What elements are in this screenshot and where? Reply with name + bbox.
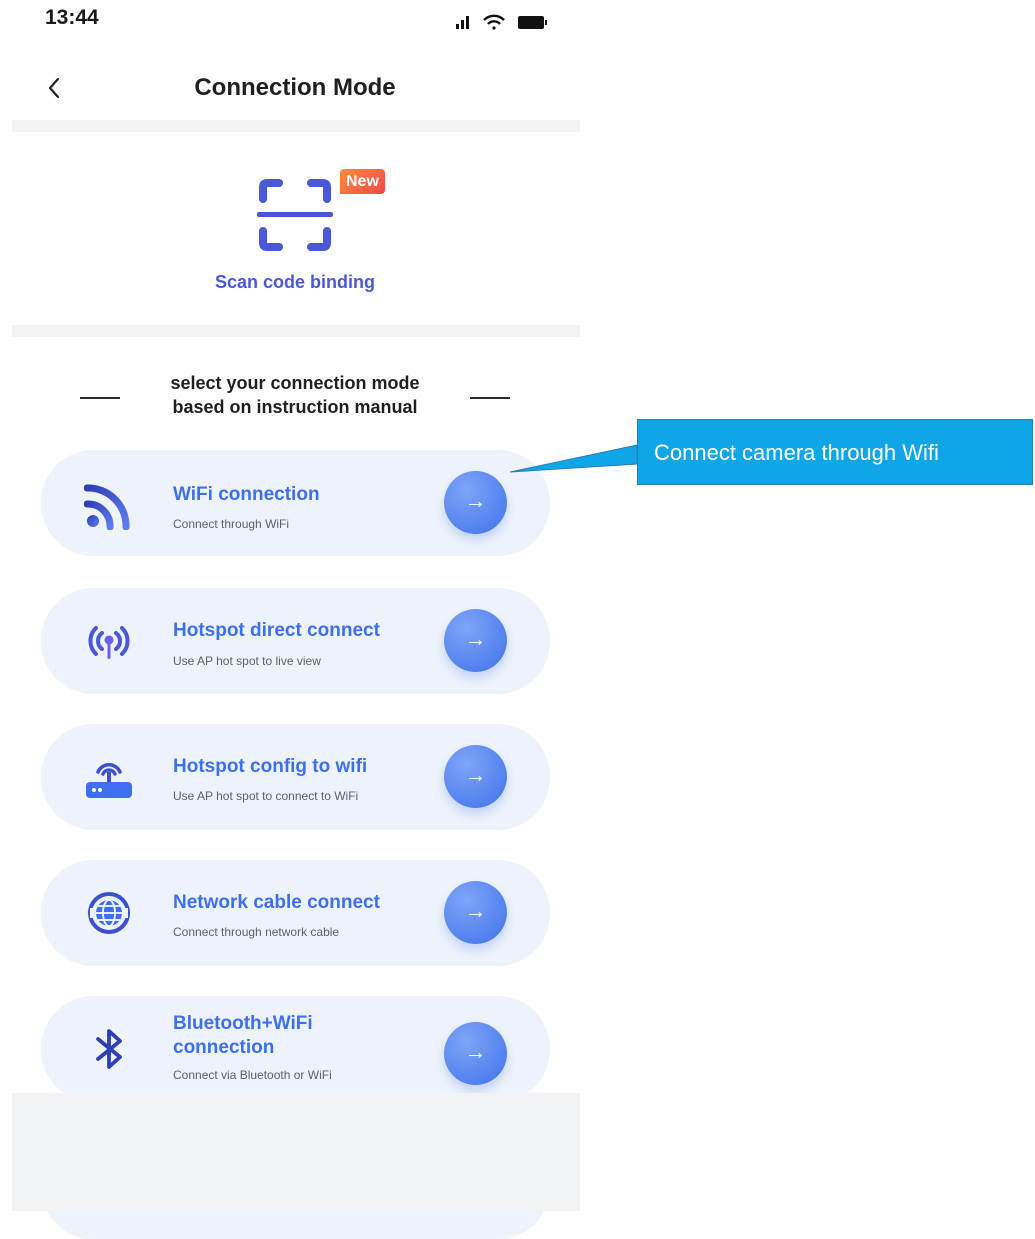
- option-bluetooth-wifi-connection[interactable]: Bluetooth+WiFi connection Connect via Bl…: [41, 996, 550, 1102]
- hotspot-icon: [88, 626, 130, 659]
- bluetooth-icon: [96, 1029, 122, 1069]
- divider: [12, 120, 580, 132]
- option-hotspot-config-to-wifi[interactable]: Hotspot config to wifi Use AP hot spot t…: [41, 724, 550, 830]
- arrow-right-button[interactable]: →: [444, 745, 507, 808]
- arrow-right-icon: →: [464, 898, 487, 923]
- divider: [12, 325, 580, 337]
- router-icon: [86, 763, 132, 798]
- option-network-cable-connect[interactable]: Network cable connect Connect through ne…: [41, 860, 550, 966]
- option-subtitle: Connect through network cable: [173, 925, 340, 939]
- option-title: Hotspot config to wifi: [173, 756, 368, 777]
- section-heading: select your connection mode based on ins…: [120, 371, 470, 419]
- status-icons: [456, 14, 547, 30]
- arrow-right-button[interactable]: →: [444, 609, 507, 672]
- option-subtitle: Use AP hot spot to connect to WiFi: [173, 789, 359, 803]
- annotation-callout: Connect camera through Wifi: [637, 419, 1033, 485]
- heading-rule: [470, 397, 510, 399]
- option-title: WiFi connection: [173, 484, 320, 505]
- option-subtitle: Connect through WiFi: [173, 517, 290, 531]
- section-heading-line1: select your connection mode: [170, 373, 420, 393]
- arrow-right-button[interactable]: →: [444, 881, 507, 944]
- wifi-icon: [84, 484, 130, 530]
- arrow-right-button[interactable]: →: [444, 1022, 507, 1085]
- wifi-status-icon: [483, 14, 505, 30]
- option-title: Network cable connect: [173, 892, 380, 913]
- callout-pointer: [510, 444, 638, 473]
- arrow-right-icon: →: [464, 626, 487, 651]
- arrow-right-icon: →: [464, 1039, 487, 1064]
- heading-rule: [80, 397, 120, 399]
- globe-icon: [88, 892, 130, 934]
- battery-icon: [518, 16, 547, 29]
- option-title-line1: Bluetooth+WiFi: [173, 1013, 313, 1034]
- section-heading-line2: based on instruction manual: [172, 397, 418, 417]
- option-wifi-connection[interactable]: WiFi connection Connect through WiFi →: [41, 450, 550, 556]
- scan-code-binding-button[interactable]: New Scan code binding: [195, 145, 395, 305]
- arrow-right-button[interactable]: →: [444, 471, 507, 534]
- page-title: Connection Mode: [194, 74, 396, 101]
- option-subtitle: Use AP hot spot to live view: [173, 654, 321, 668]
- option-hotspot-direct-connect[interactable]: Hotspot direct connect Use AP hot spot t…: [41, 588, 550, 694]
- scan-qr-icon: [257, 179, 333, 251]
- scan-label: Scan code binding: [214, 272, 375, 292]
- callout-text: Connect camera through Wifi: [654, 440, 939, 465]
- signal-icon: [456, 16, 469, 29]
- option-title: Bluetooth+WiFi connection: [173, 1012, 313, 1060]
- arrow-right-icon: →: [464, 762, 487, 787]
- option-title: Hotspot direct connect: [173, 620, 380, 641]
- option-subtitle: Connect via Bluetooth or WiFi: [173, 1068, 332, 1082]
- arrow-right-icon: →: [464, 488, 487, 513]
- bottom-bar: [12, 1093, 580, 1211]
- option-title-line2: connection: [173, 1037, 275, 1058]
- new-badge: New: [340, 169, 385, 194]
- status-time: 13:44: [45, 6, 99, 29]
- phone-screen: 13:44 Connection Mode New Scan code bind…: [0, 0, 590, 1239]
